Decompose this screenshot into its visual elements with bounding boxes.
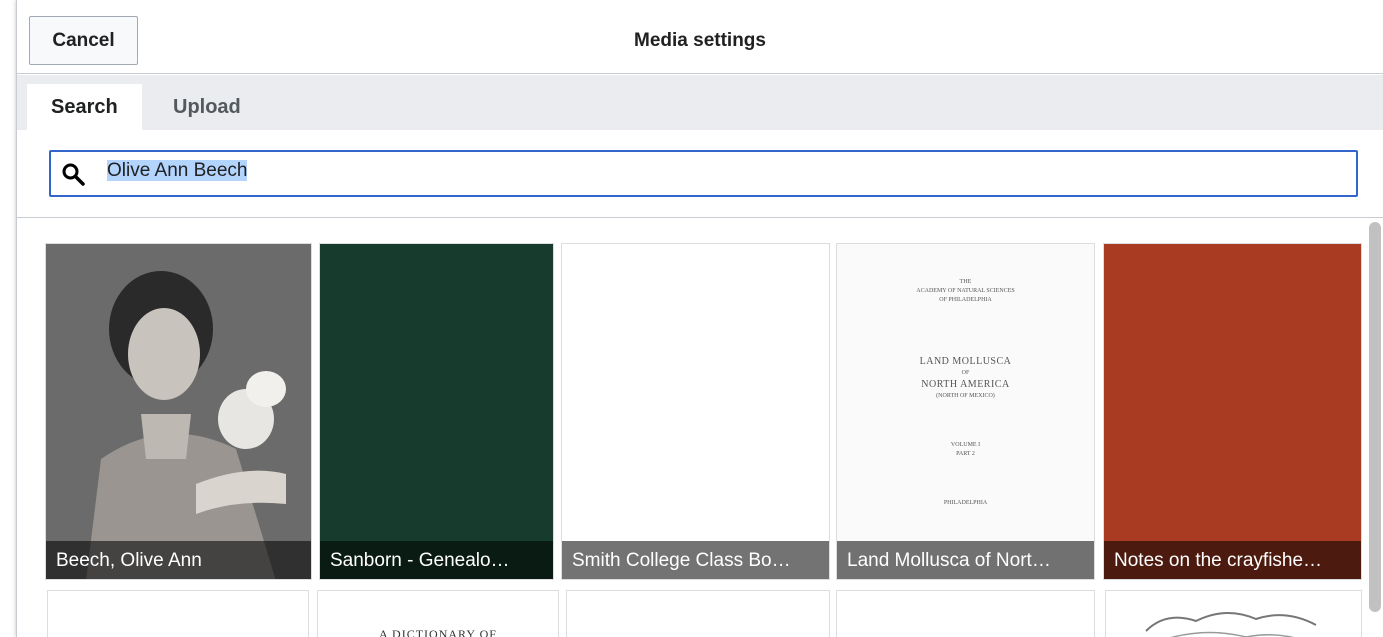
result-caption: Smith College Class Bo…	[562, 541, 829, 579]
title-page-line: PHILADELPHIA	[943, 500, 988, 506]
title-page-line: THE	[959, 279, 972, 285]
result-tile[interactable]: THE ACADEMY OF NATURAL SCIENCES OF PHILA…	[836, 243, 1095, 580]
title-page-line: OF	[961, 370, 970, 376]
dialog-header: Cancel Media settings	[17, 0, 1383, 74]
title-page-line: NORTH AMERICA	[921, 379, 1010, 390]
search-field[interactable]: Olive Ann Beech	[49, 150, 1358, 197]
title-page-line: LAND MOLLUSCA	[919, 356, 1012, 367]
result-caption: Sanborn - Genealo…	[320, 541, 553, 579]
tab-bar: Search Upload	[17, 75, 1383, 130]
result-tile[interactable]	[566, 590, 830, 637]
result-tile[interactable]: Notes on the crayfishe…	[1103, 243, 1362, 580]
engraving-thumbnail	[1145, 611, 1317, 637]
title-page-line: (NORTH OF MEXICO)	[936, 393, 995, 399]
background-article-edge	[0, 0, 16, 637]
search-input-value: Olive Ann Beech	[107, 160, 248, 181]
result-tile[interactable]	[47, 590, 309, 637]
result-caption: Land Mollusca of Nort…	[837, 541, 1094, 579]
title-page-line: OF PHILADELPHIA	[939, 297, 992, 303]
result-caption: Beech, Olive Ann	[46, 541, 311, 579]
search-area: Olive Ann Beech	[17, 130, 1383, 218]
results-grid: Beech, Olive Ann Sanborn - Genealo… Smit…	[17, 219, 1364, 637]
dialog-title: Media settings	[634, 30, 766, 51]
title-page-line: VOLUME I	[950, 442, 981, 448]
tab-search[interactable]: Search	[27, 84, 142, 130]
result-tile[interactable]	[1105, 590, 1362, 637]
tab-upload[interactable]: Upload	[149, 84, 265, 130]
media-settings-dialog: Cancel Media settings Search Upload Oliv…	[16, 0, 1383, 637]
result-tile[interactable]: Smith College Class Bo…	[561, 243, 830, 580]
title-page-text: THE ACADEMY OF NATURAL SCIENCES OF PHILA…	[837, 278, 1094, 508]
result-tile[interactable]: Beech, Olive Ann	[45, 243, 312, 580]
title-page-line: PART 2	[956, 451, 975, 457]
result-caption: Notes on the crayfishe…	[1104, 541, 1361, 579]
search-icon	[62, 163, 85, 186]
results-scrollbar[interactable]	[1369, 222, 1381, 612]
result-tile[interactable]	[836, 590, 1095, 637]
result-tile[interactable]: A DICTIONARY OF	[317, 590, 559, 637]
title-page-line: ACADEMY OF NATURAL SCIENCES	[916, 288, 1015, 294]
portrait-photo	[46, 244, 311, 579]
dictionary-title-text: A DICTIONARY OF	[379, 627, 497, 637]
search-input[interactable]: Olive Ann Beech	[107, 160, 1307, 188]
result-tile[interactable]: Sanborn - Genealo…	[319, 243, 554, 580]
